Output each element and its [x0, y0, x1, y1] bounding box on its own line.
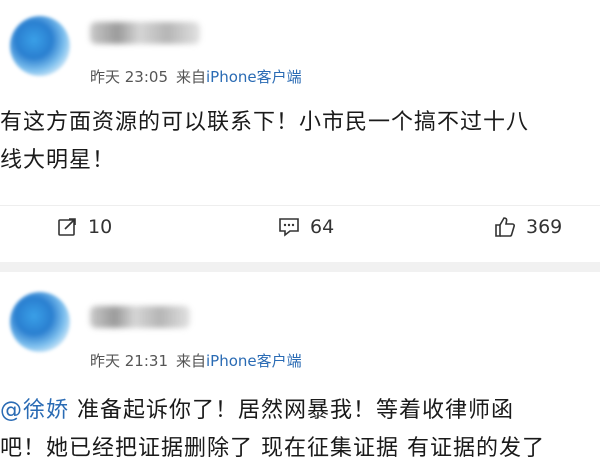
- comment-icon: [278, 216, 300, 238]
- username-blurred[interactable]: [90, 306, 190, 328]
- post-source-prefix: 来自: [176, 68, 207, 86]
- post-source-prefix: 来自: [176, 352, 207, 370]
- post-actions: 10 64 369: [0, 205, 600, 254]
- share-icon: [56, 216, 78, 238]
- repost-count: 10: [88, 216, 113, 238]
- post-time: 昨天 23:05: [90, 68, 168, 86]
- comment-count: 64: [310, 216, 335, 238]
- post-content-line: 有这方面资源的可以联系下！小市民一个搞不过十八: [0, 110, 530, 135]
- like-button[interactable]: 369: [494, 216, 562, 238]
- like-count: 369: [526, 216, 563, 238]
- post-content[interactable]: 有这方面资源的可以联系下！小市民一个搞不过十八 线大明星！: [0, 104, 600, 180]
- post-time: 昨天 21:31: [90, 352, 168, 370]
- post-content[interactable]: @徐娇 准备起诉你了！居然网暴我！等着收律师函 吧！她已经把证据删除了 现在征集…: [0, 392, 600, 468]
- post-source-device[interactable]: iPhone客户端: [206, 352, 302, 370]
- post-content-text: 准备起诉你了！居然网暴我！等着收律师函: [69, 398, 515, 423]
- comment-button[interactable]: 64: [278, 216, 334, 238]
- user-mention-link[interactable]: @徐娇: [0, 398, 69, 423]
- post-content-line: 线大明星！: [0, 148, 116, 173]
- repost-button[interactable]: 10: [56, 216, 112, 238]
- avatar[interactable]: [10, 16, 70, 76]
- username-blurred[interactable]: [90, 22, 200, 44]
- post-source-device[interactable]: iPhone客户端: [206, 68, 302, 86]
- post-separator: [0, 262, 600, 272]
- post-card: 昨天 21:31 来自iPhone客户端 @徐娇 准备起诉你了！居然网暴我！等着收…: [0, 272, 600, 468]
- post-card: 昨天 23:05 来自iPhone客户端 有这方面资源的可以联系下！小市民一个搞不…: [0, 0, 600, 262]
- thumbs-up-icon: [494, 216, 516, 238]
- post-meta: 昨天 23:05 来自iPhone客户端: [90, 66, 302, 87]
- post-content-line: 吧！她已经把证据删除了 现在征集证据 有证据的发了: [0, 436, 545, 461]
- post-content-line: @徐娇 准备起诉你了！居然网暴我！等着收律师函: [0, 392, 600, 430]
- post-meta: 昨天 21:31 来自iPhone客户端: [90, 350, 302, 371]
- avatar[interactable]: [10, 292, 70, 352]
